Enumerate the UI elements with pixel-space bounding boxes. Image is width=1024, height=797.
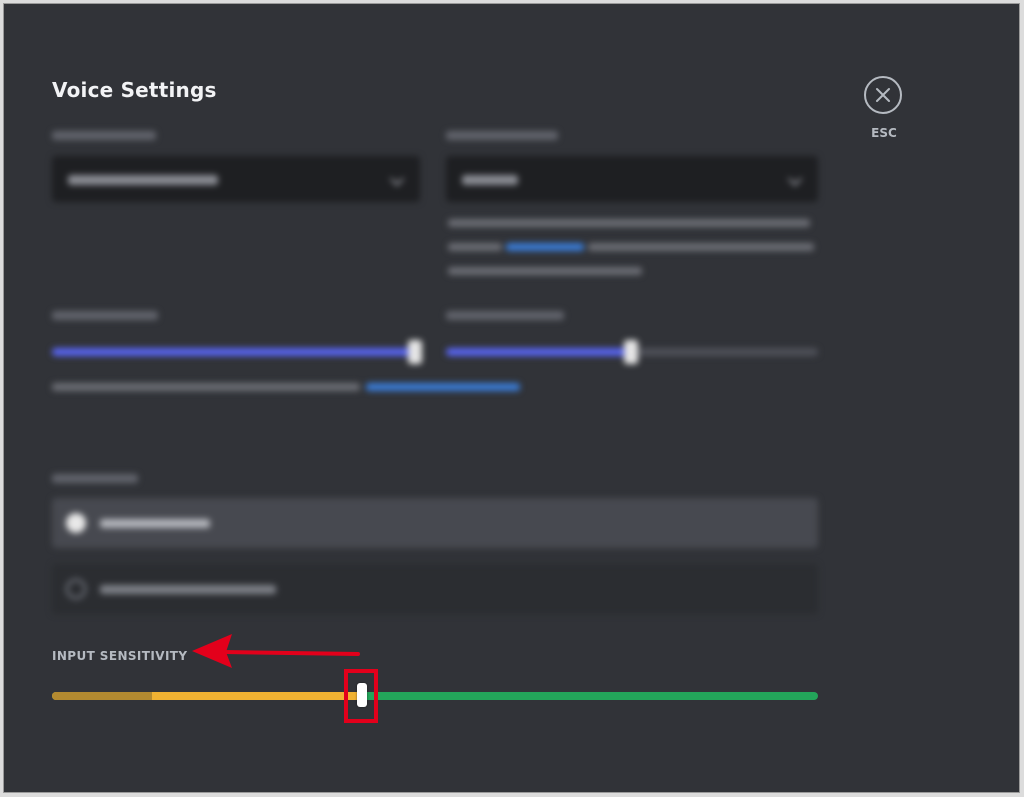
input-volume-label xyxy=(52,311,158,320)
chevron-down-icon xyxy=(389,171,405,187)
close-button[interactable] xyxy=(864,76,902,114)
volume-help-text xyxy=(52,383,360,391)
input-sensitivity-label: INPUT SENSITIVITY xyxy=(52,649,188,663)
output-help-text xyxy=(448,219,810,227)
output-help-text xyxy=(448,267,642,275)
output-help-text xyxy=(588,243,814,251)
voice-activity-option[interactable] xyxy=(52,498,818,548)
output-device-select[interactable] xyxy=(446,156,818,202)
output-help-link[interactable] xyxy=(506,243,584,251)
input-volume-slider[interactable] xyxy=(52,340,422,364)
esc-label: ESC xyxy=(871,126,897,140)
radio-unselected-icon xyxy=(66,579,86,599)
chevron-down-icon xyxy=(787,171,803,187)
input-mode-label xyxy=(52,474,138,483)
output-help-text xyxy=(448,243,502,251)
voice-settings-panel: Voice Settings ESC INPUT SENSITIVITY xyxy=(3,3,1020,793)
output-volume-label xyxy=(446,311,564,320)
close-icon xyxy=(876,88,890,102)
highlight-box-annotation xyxy=(344,669,378,723)
output-volume-handle[interactable] xyxy=(624,340,638,364)
current-input-level xyxy=(52,692,152,700)
input-volume-handle[interactable] xyxy=(408,340,422,364)
volume-help-link[interactable] xyxy=(366,383,520,391)
radio-selected-icon xyxy=(66,513,86,533)
output-volume-slider[interactable] xyxy=(446,340,818,364)
push-to-talk-option[interactable] xyxy=(52,564,818,614)
input-device-select[interactable] xyxy=(52,156,420,202)
input-device-label xyxy=(52,131,156,140)
red-arrow-annotation xyxy=(192,634,360,668)
output-device-label xyxy=(446,131,558,140)
input-sensitivity-slider[interactable] xyxy=(52,683,818,707)
